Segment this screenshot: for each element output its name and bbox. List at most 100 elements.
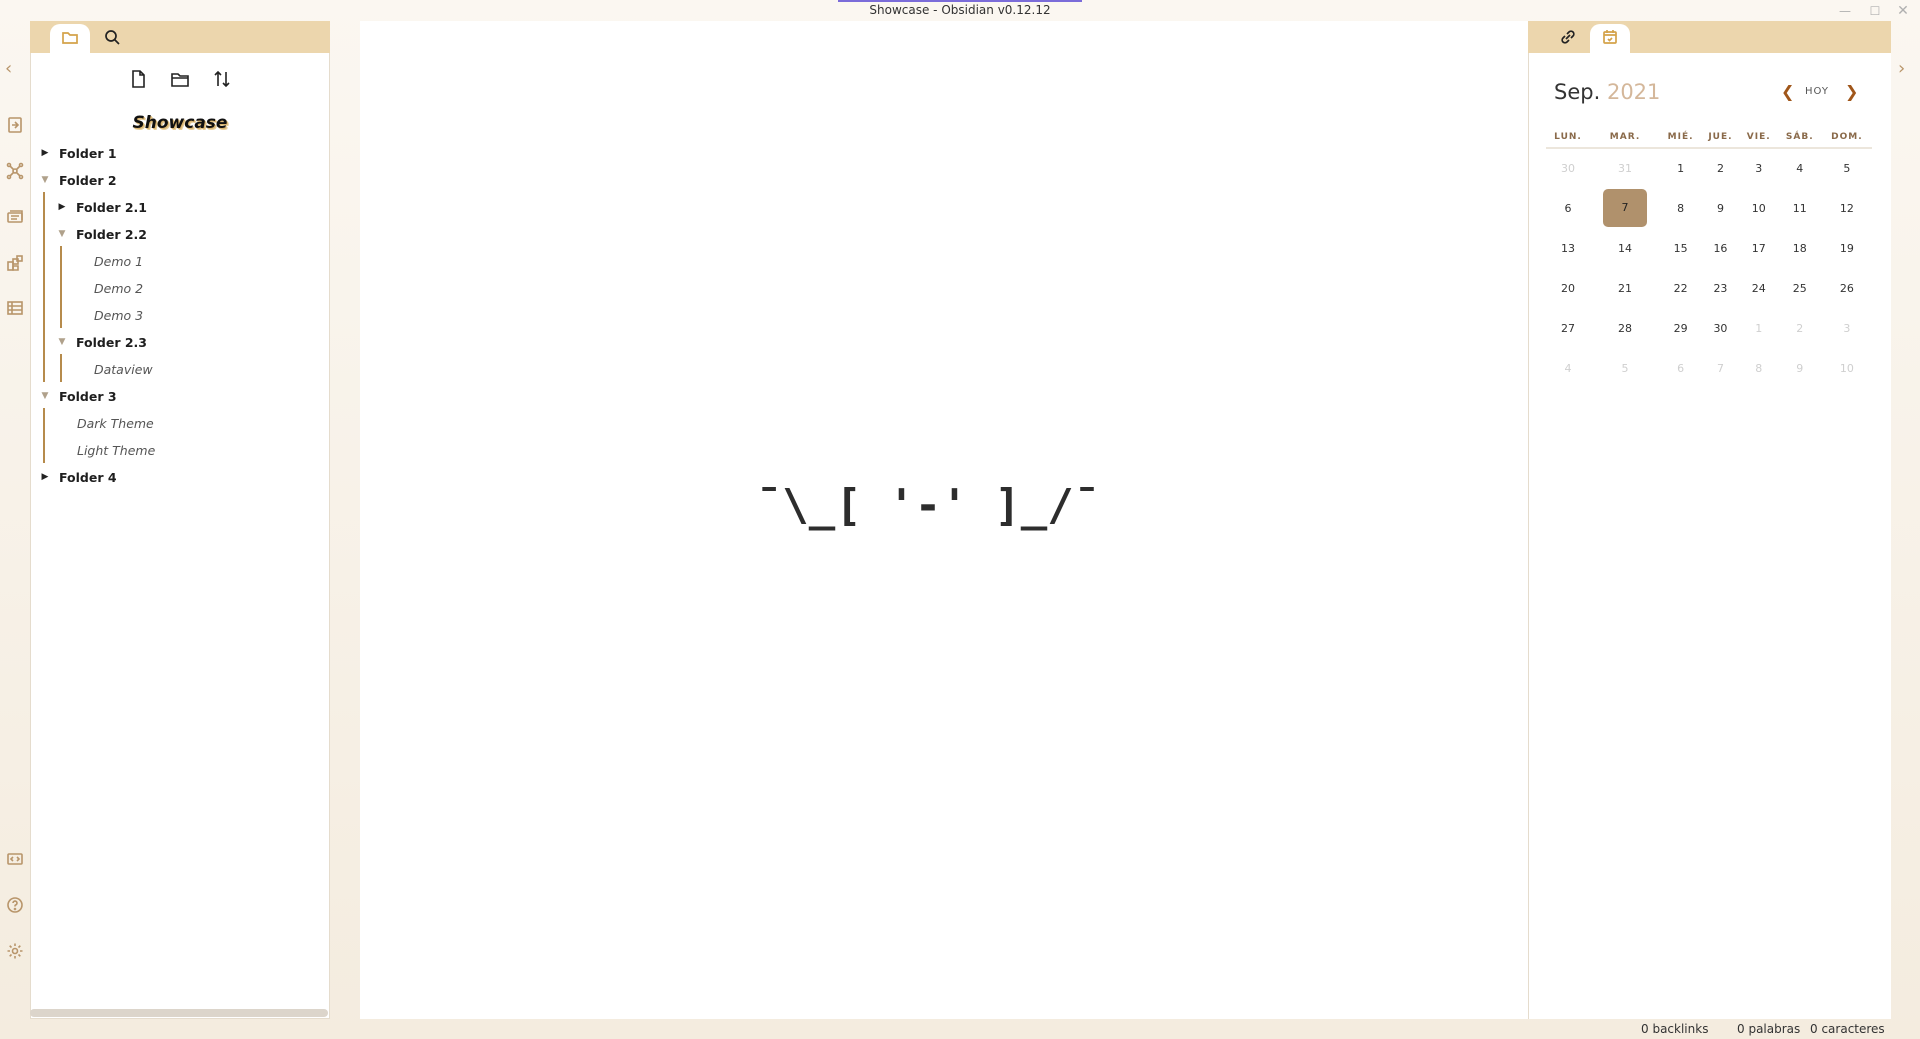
selected-day: 7 xyxy=(1603,189,1648,227)
tab-backlinks[interactable] xyxy=(1548,24,1588,53)
tree-file-demo-2[interactable]: Demo 2 xyxy=(94,277,143,299)
next-month-icon[interactable]: ❯ xyxy=(1845,82,1858,101)
tree-file-demo-1[interactable]: Demo 1 xyxy=(94,250,143,272)
calendar-day[interactable]: 8 xyxy=(1740,348,1778,388)
outline-icon[interactable] xyxy=(3,251,27,275)
tree-file-dark-theme[interactable]: Dark Theme xyxy=(77,412,154,434)
calendar-day[interactable]: 3 xyxy=(1822,308,1872,348)
calendar-day[interactable]: 26 xyxy=(1822,268,1872,308)
calendar-day[interactable]: 19 xyxy=(1822,228,1872,268)
title-bar: Showcase - Obsidian v0.12.12 — ☐ ✕ xyxy=(0,0,1920,22)
calendar-day[interactable]: 9 xyxy=(1778,348,1822,388)
expand-arrow-icon: ▼ xyxy=(58,229,66,239)
calendar-day[interactable]: 27 xyxy=(1546,308,1590,348)
table-icon[interactable] xyxy=(3,296,27,320)
calendar-day[interactable]: 15 xyxy=(1660,228,1701,268)
today-button[interactable]: HOY xyxy=(1805,86,1829,97)
calendar-day[interactable]: 11 xyxy=(1778,188,1822,228)
settings-icon[interactable] xyxy=(3,939,27,963)
navigate-back-icon[interactable]: ‹ xyxy=(5,58,12,79)
maximize-icon[interactable]: ☐ xyxy=(1862,1,1888,21)
folder-label: Folder 1 xyxy=(59,145,117,161)
open-templates-icon[interactable] xyxy=(3,205,27,229)
calendar-day[interactable]: 20 xyxy=(1546,268,1590,308)
tree-folder-1[interactable]: ▶ Folder 1 xyxy=(38,142,117,164)
sort-order-button[interactable] xyxy=(209,68,235,94)
calendar-day[interactable]: 25 xyxy=(1778,268,1822,308)
tree-file-demo-3[interactable]: Demo 3 xyxy=(94,304,143,326)
tree-folder-2[interactable]: ▼ Folder 2 xyxy=(38,169,117,191)
calendar-day[interactable]: 8 xyxy=(1660,188,1701,228)
indent-guide xyxy=(43,408,45,463)
calendar-day[interactable]: 17 xyxy=(1740,228,1778,268)
tree-folder-2-1[interactable]: ▶ Folder 2.1 xyxy=(55,196,147,218)
open-switcher-icon[interactable] xyxy=(3,113,27,137)
calendar-day[interactable]: 12 xyxy=(1822,188,1872,228)
vault-switch-icon[interactable] xyxy=(3,847,27,871)
calendar-day[interactable]: 30 xyxy=(1546,148,1590,188)
calendar-day[interactable]: 5 xyxy=(1590,348,1660,388)
calendar-day[interactable]: 7 xyxy=(1590,188,1660,228)
calendar-day[interactable]: 10 xyxy=(1822,348,1872,388)
tab-file-explorer[interactable] xyxy=(50,24,90,53)
tab-calendar[interactable] xyxy=(1590,24,1630,53)
navigate-forward-icon[interactable]: › xyxy=(1898,58,1905,79)
calendar-day[interactable]: 16 xyxy=(1701,228,1740,268)
calendar-day[interactable]: 4 xyxy=(1546,348,1590,388)
file-label: Demo 2 xyxy=(94,280,144,296)
calendar-icon xyxy=(1601,28,1619,50)
calendar-day[interactable]: 1 xyxy=(1740,308,1778,348)
calendar-week-row: 4 5 6 7 8 9 10 xyxy=(1546,348,1872,388)
tree-folder-2-2[interactable]: ▼ Folder 2.2 xyxy=(55,223,147,245)
calendar-day[interactable]: 1 xyxy=(1660,148,1701,188)
calendar-day[interactable]: 18 xyxy=(1778,228,1822,268)
calendar-week-row: 6 7 8 9 10 11 12 xyxy=(1546,188,1872,228)
folder-icon xyxy=(61,28,79,50)
calendar-day[interactable]: 21 xyxy=(1590,268,1660,308)
calendar-day[interactable]: 9 xyxy=(1701,188,1740,228)
calendar-day[interactable]: 10 xyxy=(1740,188,1778,228)
calendar-day[interactable]: 3 xyxy=(1740,148,1778,188)
tree-file-dataview[interactable]: Dataview xyxy=(94,358,153,380)
calendar-day[interactable]: 4 xyxy=(1778,148,1822,188)
calendar-day[interactable]: 14 xyxy=(1590,228,1660,268)
indent-guide xyxy=(60,354,62,382)
tree-folder-3[interactable]: ▼ Folder 3 xyxy=(38,385,117,407)
new-folder-button[interactable] xyxy=(167,68,193,94)
calendar-day[interactable]: 30 xyxy=(1701,308,1740,348)
calendar-day[interactable]: 29 xyxy=(1660,308,1701,348)
previous-month-icon[interactable]: ❮ xyxy=(1781,82,1794,101)
graph-view-icon[interactable] xyxy=(3,159,27,183)
calendar-year: 2021 xyxy=(1606,80,1661,104)
minimize-icon[interactable]: — xyxy=(1832,1,1858,21)
file-label: Light Theme xyxy=(77,442,156,458)
calendar-day[interactable]: 2 xyxy=(1778,308,1822,348)
tree-folder-2-3[interactable]: ▼ Folder 2.3 xyxy=(55,331,147,353)
tab-search[interactable] xyxy=(92,24,132,53)
file-label: Dataview xyxy=(94,361,153,377)
calendar-day[interactable]: 22 xyxy=(1660,268,1701,308)
calendar-day[interactable]: 23 xyxy=(1701,268,1740,308)
calendar-grid: LUN. MAR. MIÉ. JUE. VIE. SÁB. DOM. 30 31 1 2 3 4 5 6 7… xyxy=(1546,126,1872,388)
calendar-day[interactable]: 7 xyxy=(1701,348,1740,388)
help-icon[interactable] xyxy=(3,893,27,917)
weekday-header: JUE. xyxy=(1701,126,1740,149)
horizontal-scrollbar[interactable] xyxy=(30,1009,328,1017)
status-char-count: 0 caracteres xyxy=(1810,1022,1885,1036)
tree-file-light-theme[interactable]: Light Theme xyxy=(77,439,155,461)
indent-guide xyxy=(43,192,45,382)
calendar-day[interactable]: 6 xyxy=(1660,348,1701,388)
weekday-header: SÁB. xyxy=(1777,126,1822,149)
new-note-button[interactable] xyxy=(125,68,151,94)
calendar-day[interactable]: 31 xyxy=(1590,148,1660,188)
calendar-day[interactable]: 6 xyxy=(1546,188,1590,228)
calendar-day[interactable]: 2 xyxy=(1701,148,1740,188)
calendar-day[interactable]: 28 xyxy=(1590,308,1660,348)
calendar-days: 30 31 1 2 3 4 5 6 7 8 9 10 11 12 13 14 15 16 17 18 19 20 21 22 2… xyxy=(1546,148,1872,388)
close-icon[interactable]: ✕ xyxy=(1890,1,1916,21)
tree-folder-4[interactable]: ▶ Folder 4 xyxy=(38,466,117,488)
calendar-day[interactable]: 13 xyxy=(1546,228,1590,268)
calendar-day[interactable]: 5 xyxy=(1822,148,1872,188)
file-label: Demo 3 xyxy=(94,307,144,323)
calendar-day[interactable]: 24 xyxy=(1740,268,1778,308)
